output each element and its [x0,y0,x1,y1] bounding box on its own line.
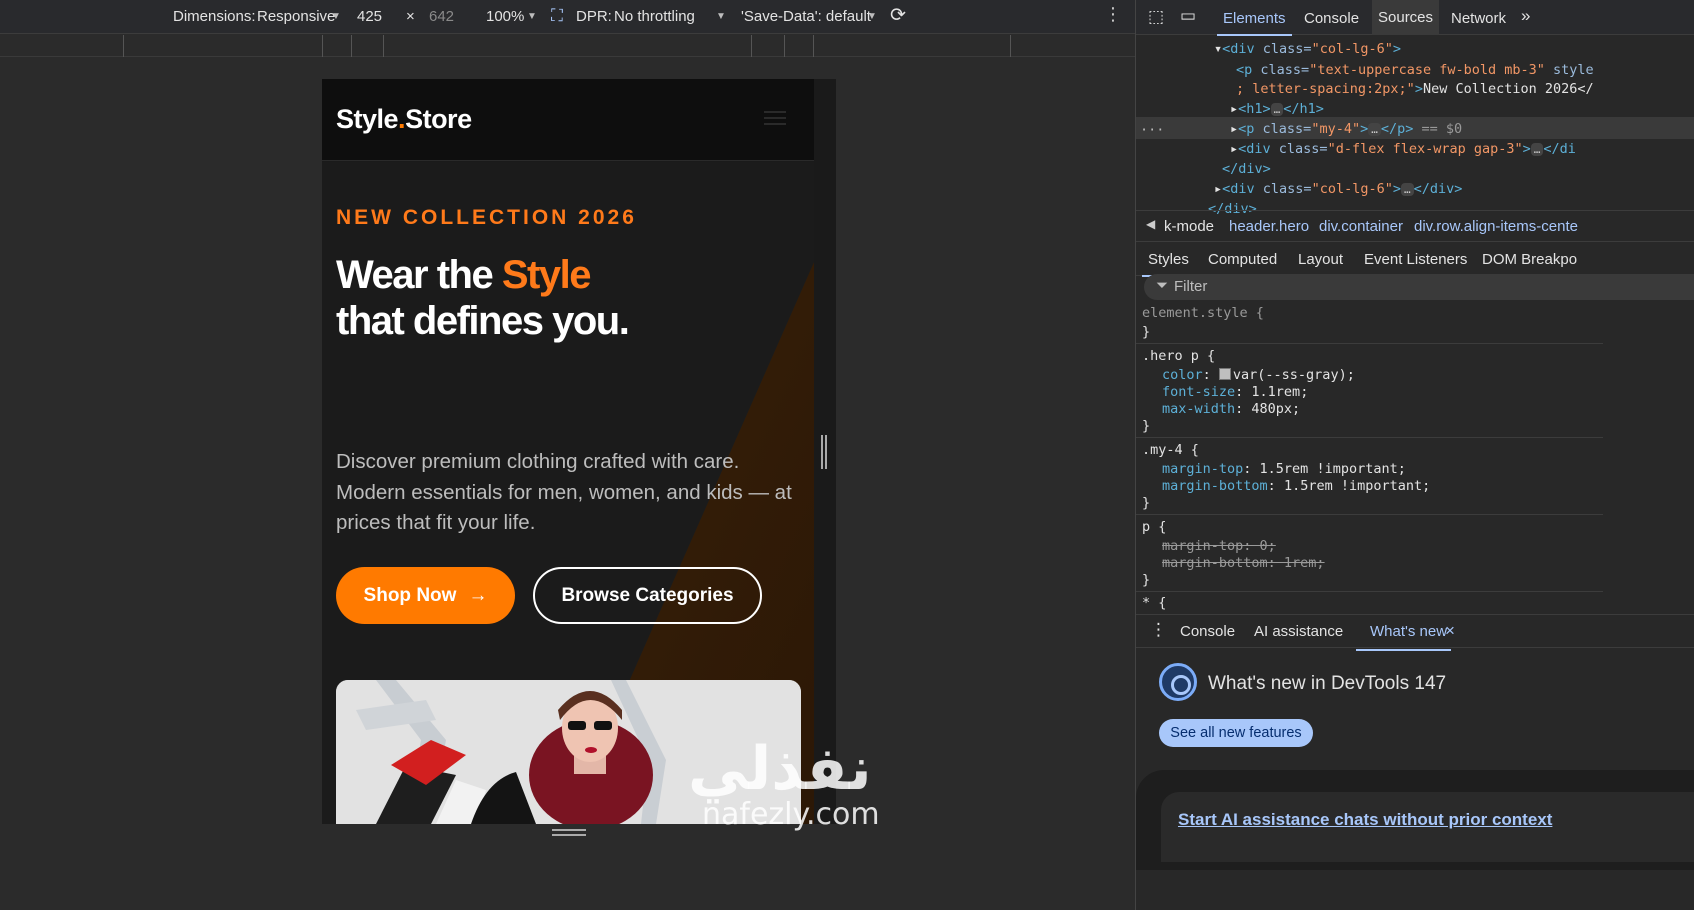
breadcrumb-item[interactable]: div.container [1319,218,1403,235]
drawer-tabs: ⋮ Console AI assistance What's new × [1136,614,1694,651]
rule-selector[interactable]: * { [1142,595,1609,611]
shop-now-button[interactable]: Shop Now → [336,567,515,624]
css-declaration-overridden[interactable]: margin-bottom: 1rem; [1162,555,1629,571]
tab-sources[interactable]: Sources [1372,0,1440,35]
dom-tree: ··· ▾<div class="col-lg-6"> <p class="te… [1136,35,1694,225]
save-data-select[interactable]: 'Save-Data': default [741,8,871,25]
dimensions-mode-select[interactable]: Responsive [257,8,335,25]
tab-event-listeners[interactable]: Event Listeners [1364,251,1467,268]
color-swatch-icon [1218,368,1231,380]
menu-toggle-icon[interactable] [764,111,786,125]
close-icon[interactable]: × [1445,621,1455,641]
rule-selector[interactable]: .my-4 { [1142,442,1609,458]
styles-subtabs: Styles Computed Layout Event Listeners D… [1136,242,1694,277]
css-declaration[interactable]: font-size: 1.1rem; [1162,384,1629,400]
tab-layout[interactable]: Layout [1298,251,1343,268]
resize-handle-bottom[interactable] [552,829,586,836]
tab-elements[interactable]: Elements [1217,10,1292,36]
rule-selector[interactable]: element.style { [1142,305,1609,321]
tab-computed[interactable]: Computed [1208,251,1277,268]
throttling-select[interactable]: No throttling [614,8,695,25]
resize-handle-right[interactable] [821,435,827,469]
chevron-down-icon[interactable]: ▼ [867,11,877,22]
more-options-icon[interactable]: ⋮ [1104,4,1122,25]
times-icon: × [406,8,415,25]
whats-new-card: Start AI assistance chats without prior … [1136,770,1694,870]
tab-dom-breakpoints[interactable]: DOM Breakpo [1482,251,1577,268]
site-navbar: Style.Store [322,79,814,161]
drawer-tab-console[interactable]: Console [1180,623,1235,640]
height-input[interactable]: 642 [429,8,454,25]
watermark: نفذلي nafezly.com [688,734,880,832]
emulated-viewport: Style.Store NEW COLLECTION 2026 Wear the… [322,79,836,824]
whats-new-title: What's new in DevTools 147 [1208,673,1447,694]
breadcrumb-scroll-left-icon[interactable]: ◀ [1146,217,1155,231]
styles-filter-input[interactable]: ⏷ Filter [1144,274,1694,300]
css-declaration[interactable]: color: var(--ss-gray); [1162,367,1629,383]
css-declaration-overridden[interactable]: margin-top: 0; [1162,538,1629,554]
filter-icon: ⏷ [1156,277,1169,294]
device-emulation-area: Dimensions: Responsive ▼ 425 × 642 100% … [0,0,1227,910]
brand-logo[interactable]: Style.Store [336,104,472,135]
dom-node-text[interactable]: ; letter-spacing:2px;">New Collection 20… [1236,81,1594,97]
rule-close: } [1142,324,1151,340]
whats-new-link[interactable]: Start AI assistance chats without prior … [1178,810,1552,830]
dimensions-label: Dimensions: [173,8,256,25]
rule-close: } [1142,418,1151,434]
hero-headline: Wear the Style that defines you. [336,253,630,343]
hero-eyebrow: NEW COLLECTION 2026 [336,206,637,229]
device-toolbar: Dimensions: Responsive ▼ 425 × 642 100% … [0,0,1227,34]
chevron-down-icon[interactable]: ▼ [527,11,537,22]
tab-network[interactable]: Network [1451,10,1506,27]
drawer-tab-whats-new[interactable]: What's new [1355,623,1452,651]
devtools-panel: ⬚ ▭ Elements Console Sources Network » ·… [1135,0,1694,910]
dom-node[interactable]: ▸<div class="col-lg-6">… </div> [1214,181,1462,197]
rule-selector[interactable]: .hero p { [1142,348,1609,364]
inspect-element-icon[interactable]: ⬚ [1148,7,1164,27]
devtools-main-tabs: ⬚ ▭ Elements Console Sources Network » [1136,0,1694,36]
dom-node-close[interactable]: </div> [1222,161,1271,177]
filter-placeholder: Filter [1174,278,1208,295]
chevron-down-icon[interactable]: ▼ [331,11,341,22]
dom-node[interactable]: <p class="text-uppercase fw-bold mb-3" s… [1236,62,1594,78]
css-declaration[interactable]: margin-bottom: 1.5rem !important; [1162,478,1629,494]
chrome-logo-icon [1159,663,1197,701]
whats-new-panel: What's new in DevTools 147 See all new f… [1136,649,1694,870]
row-dots-icon[interactable]: ··· [1140,122,1164,138]
rule-selector[interactable]: p { [1142,519,1609,535]
css-declaration[interactable]: max-width: 480px; [1162,401,1629,417]
see-all-features-button[interactable]: See all new features [1159,719,1313,747]
dpr-icon: ⛶ [551,6,563,25]
hero-lead: Discover premium clothing crafted with c… [336,450,792,534]
css-declaration[interactable]: margin-top: 1.5rem !important; [1162,461,1629,477]
dpr-label: DPR: [576,8,612,25]
breadcrumb: ◀ k-mode header.hero div.container div.r… [1136,210,1694,242]
tab-console[interactable]: Console [1304,10,1359,27]
media-query-ruler[interactable] [0,35,1227,57]
rule-close: } [1142,572,1151,588]
device-toolbar-icon[interactable]: ▭ [1180,6,1196,26]
css-rules: element.style { } .hero p { color: var(-… [1136,303,1694,613]
drawer-tab-ai-assistance[interactable]: AI assistance [1254,623,1343,640]
headline-accent: Style [501,253,592,297]
rotate-icon[interactable]: ⟳ [890,4,906,27]
breadcrumb-item[interactable]: div.row.align-items-cente [1414,218,1578,235]
dom-node[interactable]: ▾<div class="col-lg-6"> [1214,41,1401,57]
chevron-down-icon[interactable]: ▼ [716,11,726,22]
tab-styles[interactable]: Styles [1142,251,1195,277]
browse-categories-button[interactable]: Browse Categories [533,567,762,624]
zoom-select[interactable]: 100% [486,8,524,25]
drawer-menu-icon[interactable]: ⋮ [1150,620,1167,640]
breadcrumb-item[interactable]: header.hero [1229,218,1309,235]
breadcrumb-item[interactable]: k-mode [1164,218,1214,235]
more-tabs-icon[interactable]: » [1521,6,1530,26]
dom-node[interactable]: ▸<div class="d-flex flex-wrap gap-3">… </… [1230,141,1576,157]
rule-close: } [1142,495,1151,511]
width-input[interactable]: 425 [357,8,382,25]
dom-node-selected[interactable]: ▸<p class="my-4">… </p> == $0 [1230,121,1462,137]
dom-node[interactable]: ▸<h1>… </h1> [1230,101,1324,117]
hero-section: NEW COLLECTION 2026 Wear the Style that … [322,162,814,824]
arrow-right-icon: → [468,584,488,606]
